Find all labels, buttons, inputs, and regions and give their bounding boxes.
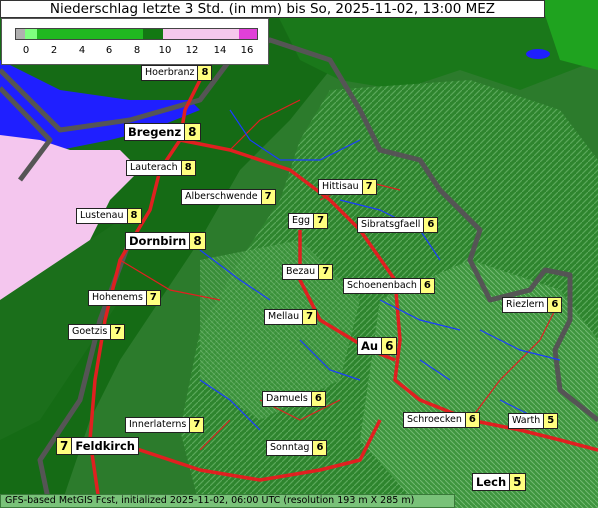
town-value: 7 — [303, 309, 318, 325]
town-name: Hohenems — [88, 290, 147, 306]
town-name: Au — [357, 337, 383, 355]
town-lech: Lech 5 — [472, 473, 526, 491]
town-name: Bregenz — [124, 123, 186, 141]
town-schoenenbach: Schoenenbach 6 — [343, 278, 435, 294]
town-value: 8 — [127, 208, 142, 224]
town-innerlaterns: Innerlaterns 7 — [125, 417, 205, 433]
legend-segment — [239, 29, 257, 39]
legend-tick: 12 — [185, 45, 199, 56]
legend-tick: 0 — [22, 45, 30, 56]
town-damuels: Damuels 6 — [262, 391, 326, 407]
town-value: 6 — [424, 217, 439, 233]
town-feldkirch: 7 Feldkirch — [56, 437, 139, 455]
town-value: 6 — [465, 412, 480, 428]
town-value: 5 — [510, 473, 526, 491]
town-name: Sibratsgfaell — [357, 217, 425, 233]
town-name: Schoenenbach — [343, 278, 421, 294]
town-riezlern: Riezlern 6 — [502, 297, 563, 313]
legend-tick: 6 — [105, 45, 113, 56]
town-name: Schroecken — [403, 412, 466, 428]
legend-segment — [16, 29, 25, 39]
legend-segment — [142, 29, 163, 39]
town-value: 6 — [420, 278, 435, 294]
town-value: 6 — [382, 337, 398, 355]
legend-segment — [24, 29, 37, 39]
town-value: 6 — [311, 391, 326, 407]
town-warth: Warth 5 — [508, 413, 559, 429]
town-mellau: Mellau 7 — [264, 309, 318, 325]
town-name: Damuels — [262, 391, 312, 407]
town-bregenz: Bregenz 8 — [124, 123, 201, 141]
town-sonntag: Sonntag 6 — [266, 440, 328, 456]
town-name: Alberschwende — [181, 189, 262, 205]
town-name: Egg — [288, 213, 315, 229]
town-value: 5 — [544, 413, 559, 429]
town-value: 7 — [261, 189, 276, 205]
town-hittisau: Hittisau 7 — [318, 179, 377, 195]
town-name: Hittisau — [318, 179, 363, 195]
town-name: Dornbirn — [125, 232, 191, 250]
town-value: 7 — [319, 264, 334, 280]
town-value: 7 — [362, 179, 377, 195]
precipitation-legend: 0 2 4 6 8 10 12 14 16 — [1, 18, 269, 65]
town-lauterach: Lauterach 8 — [126, 160, 196, 176]
town-hohenems: Hohenems 7 — [88, 290, 161, 306]
legend-tick: 14 — [213, 45, 227, 56]
legend-tick: 2 — [50, 45, 58, 56]
town-au: Au 6 — [357, 337, 398, 355]
town-value: 8 — [198, 65, 213, 81]
town-name: Lech — [472, 473, 511, 491]
town-hoerbranz: Hoerbranz 8 — [141, 65, 213, 81]
small-lake — [526, 49, 550, 59]
town-name: Feldkirch — [71, 437, 139, 455]
town-egg: Egg 7 — [288, 213, 329, 229]
town-name: Innerlaterns — [125, 417, 191, 433]
legend-tick: 8 — [133, 45, 141, 56]
town-lustenau: Lustenau 8 — [76, 208, 142, 224]
town-value: 8 — [181, 160, 196, 176]
town-name: Warth — [508, 413, 545, 429]
town-value: 6 — [313, 440, 328, 456]
legend-segment — [162, 29, 240, 39]
legend-tick: 4 — [78, 45, 86, 56]
town-alberschwende: Alberschwende 7 — [181, 189, 276, 205]
town-dornbirn: Dornbirn 8 — [125, 232, 206, 250]
town-name: Mellau — [264, 309, 304, 325]
town-name: Lustenau — [76, 208, 128, 224]
town-bezau: Bezau 7 — [282, 264, 334, 280]
map-title: Niederschlag letzte 3 Std. (in mm) bis S… — [0, 0, 545, 18]
town-goetzis: Goetzis 7 — [68, 324, 126, 340]
town-name: Goetzis — [68, 324, 112, 340]
legend-tick: 10 — [158, 45, 172, 56]
town-value: 6 — [548, 297, 563, 313]
town-name: Hoerbranz — [141, 65, 199, 81]
town-sibratsgfaell: Sibratsgfaell 6 — [357, 217, 439, 233]
town-value: 7 — [146, 290, 161, 306]
town-value: 7 — [190, 417, 205, 433]
town-name: Bezau — [282, 264, 320, 280]
town-value: 8 — [185, 123, 201, 141]
legend-tick: 16 — [240, 45, 254, 56]
town-value: 7 — [56, 437, 72, 455]
town-value: 7 — [111, 324, 126, 340]
model-footer: GFS-based MetGIS Fcst, initialized 2025-… — [0, 494, 455, 508]
town-value: 7 — [314, 213, 329, 229]
legend-segment — [36, 29, 143, 39]
precipitation-map — [0, 0, 598, 508]
town-name: Riezlern — [502, 297, 549, 313]
town-value: 8 — [190, 232, 206, 250]
town-schroecken: Schroecken 6 — [403, 412, 480, 428]
town-name: Sonntag — [266, 440, 314, 456]
legend-color-bar — [15, 28, 258, 40]
town-name: Lauterach — [126, 160, 182, 176]
